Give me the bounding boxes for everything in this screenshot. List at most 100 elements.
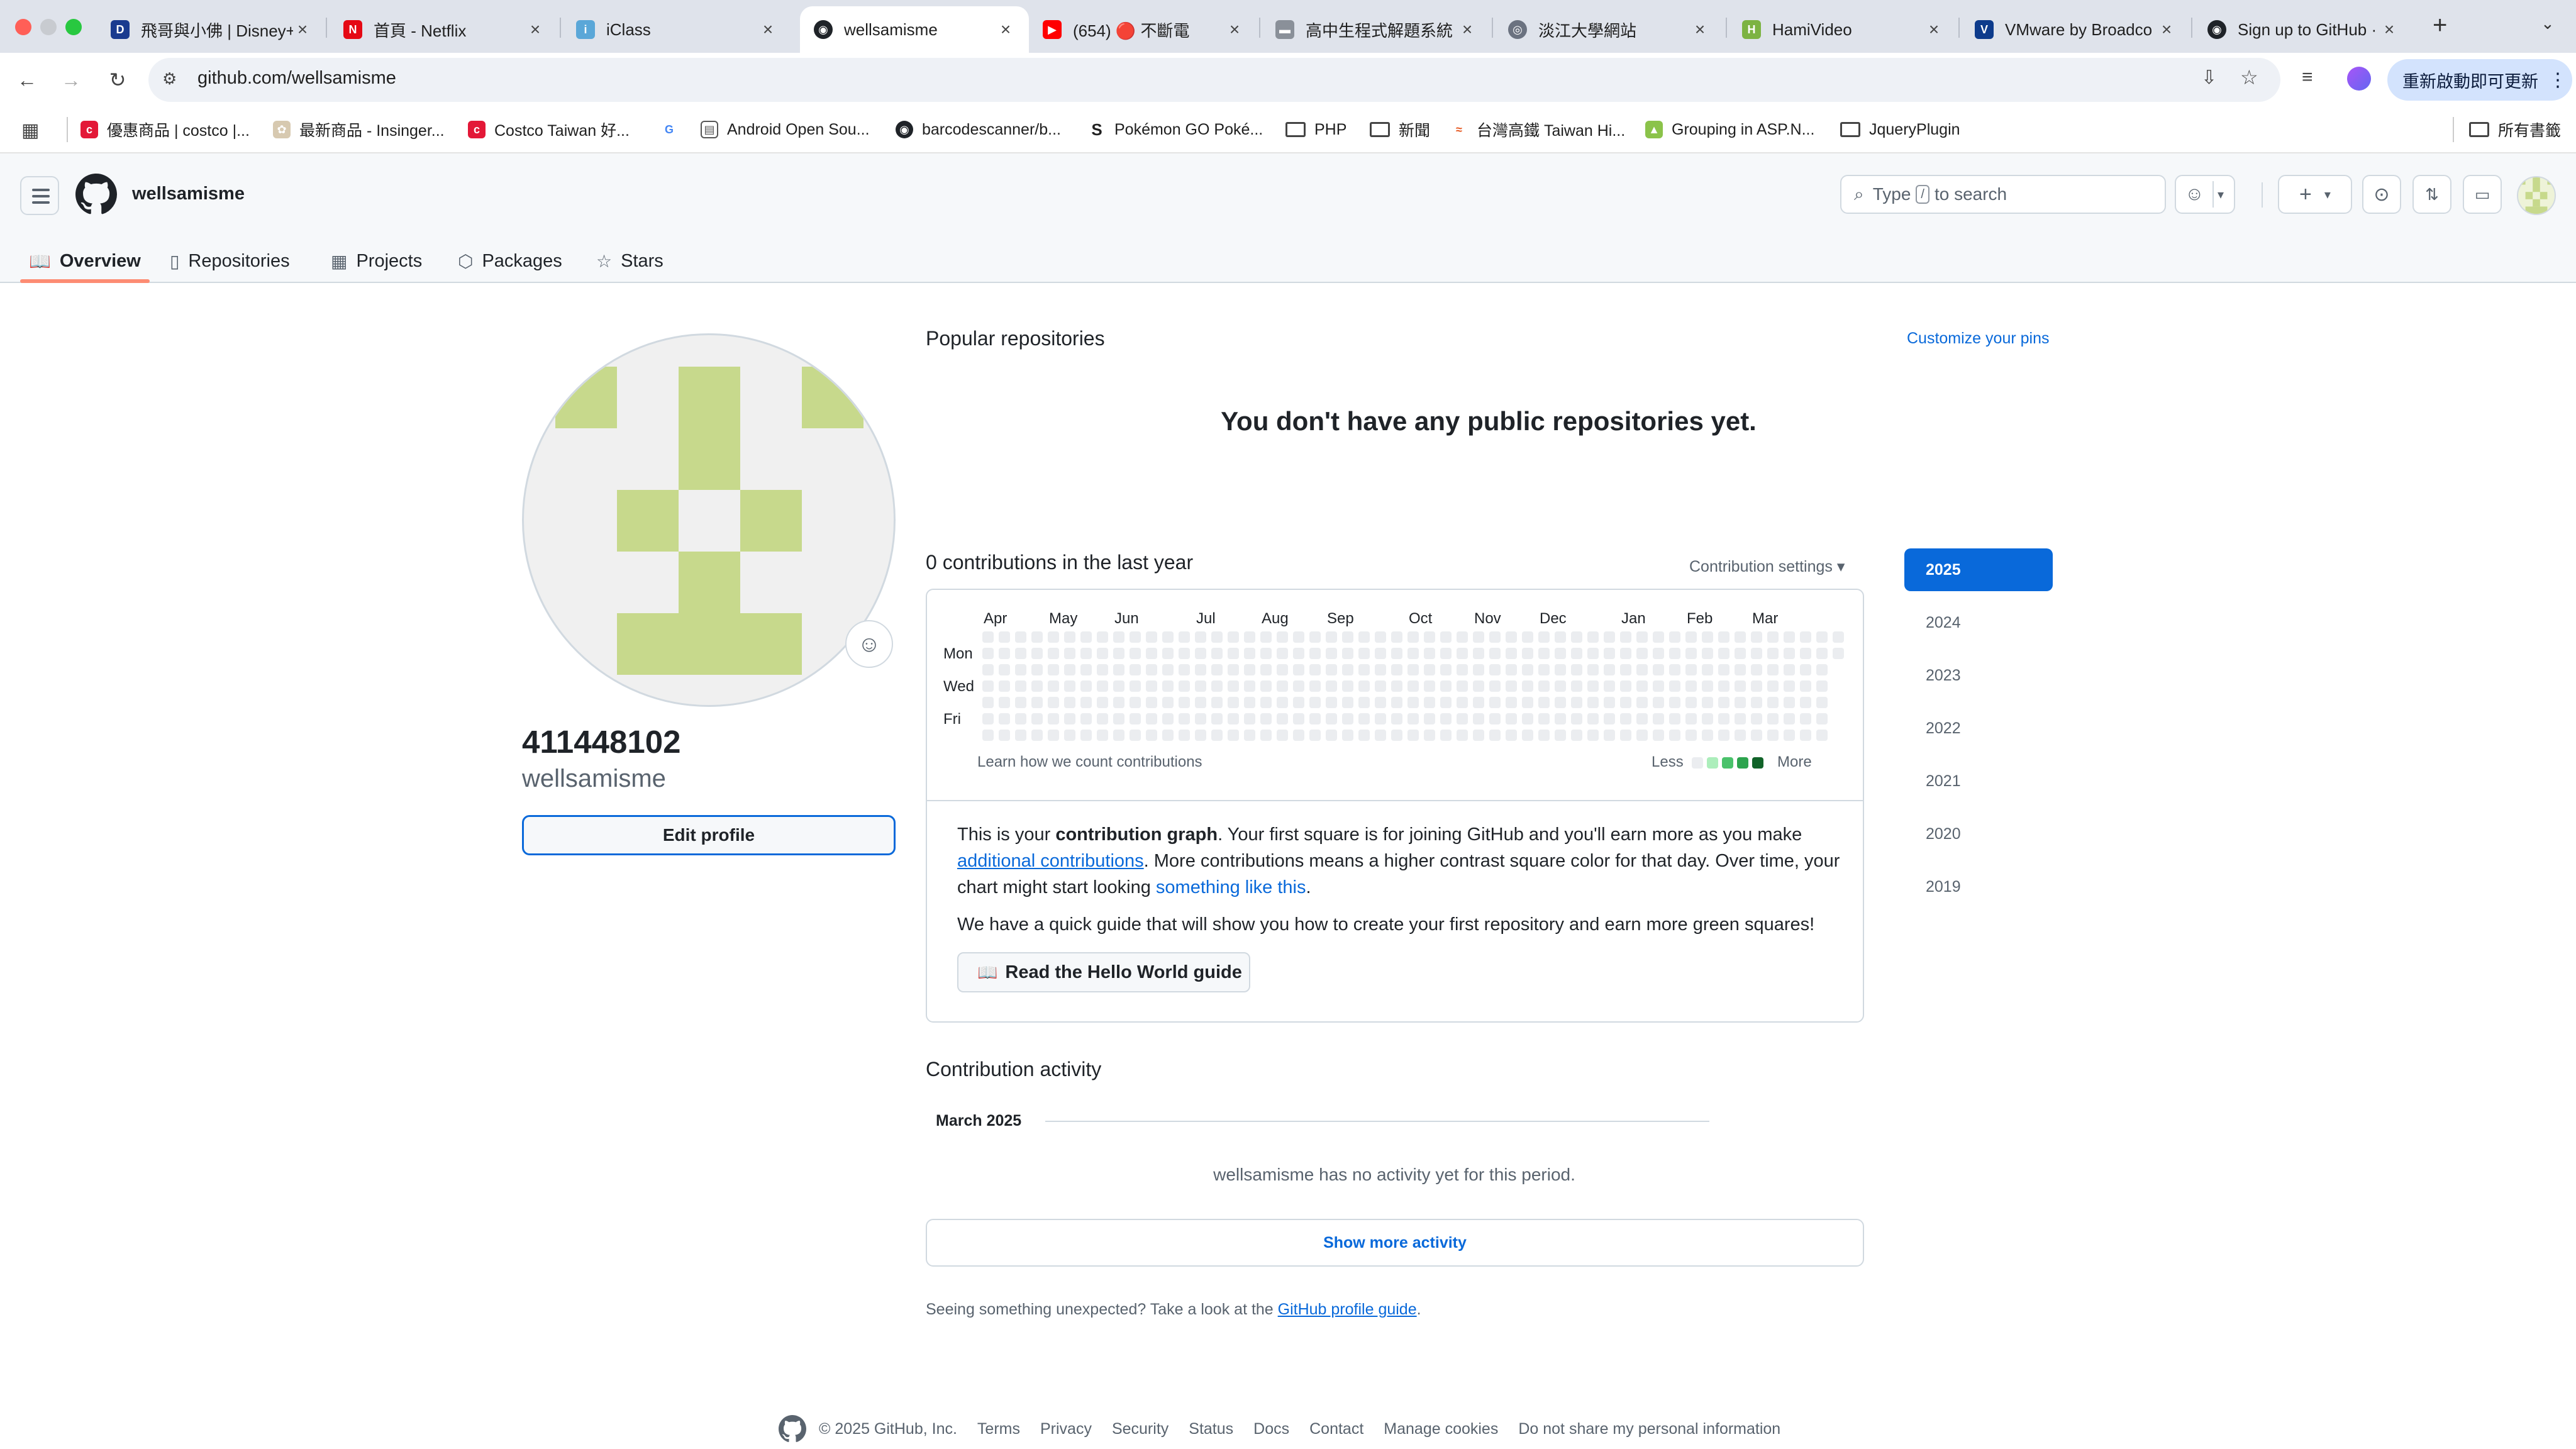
footer-link-manage-cookies[interactable]: Manage cookies xyxy=(1384,1420,1498,1438)
contribution-day-cell[interactable] xyxy=(1571,713,1582,724)
contribution-day-cell[interactable] xyxy=(1800,730,1811,741)
bookmark-item[interactable]: ◉ barcodescanner/b... xyxy=(896,117,1061,142)
contribution-day-cell[interactable] xyxy=(1015,631,1026,643)
contribution-day-cell[interactable] xyxy=(1653,631,1664,643)
customize-pins-link[interactable]: Customize your pins xyxy=(1907,330,2049,348)
contribution-day-cell[interactable] xyxy=(1342,713,1353,724)
close-tab-icon[interactable]: × xyxy=(1924,19,1943,40)
contribution-day-cell[interactable] xyxy=(1816,664,1828,675)
contribution-day-cell[interactable] xyxy=(1195,631,1206,643)
tab-search-chevron-icon[interactable]: ⌄ xyxy=(2541,14,2555,33)
contribution-day-cell[interactable] xyxy=(1375,730,1386,741)
contribution-day-cell[interactable] xyxy=(1113,713,1124,724)
contribution-day-cell[interactable] xyxy=(1244,730,1255,741)
close-tab-icon[interactable]: × xyxy=(2380,19,2399,40)
browser-tab[interactable]: ▬ 高中生程式解題系統 × xyxy=(1262,6,1491,53)
close-tab-icon[interactable]: × xyxy=(1225,19,1244,40)
contribution-day-cell[interactable] xyxy=(1587,648,1599,659)
contribution-day-cell[interactable] xyxy=(1555,713,1566,724)
contribution-day-cell[interactable] xyxy=(1326,648,1337,659)
contribution-day-cell[interactable] xyxy=(1506,631,1517,643)
contribution-day-cell[interactable] xyxy=(1702,648,1713,659)
contribution-day-cell[interactable] xyxy=(1702,697,1713,708)
contribution-day-cell[interactable] xyxy=(1097,713,1108,724)
contribution-day-cell[interactable] xyxy=(1080,730,1092,741)
contribution-day-cell[interactable] xyxy=(1048,697,1059,708)
contribution-day-cell[interactable] xyxy=(1244,697,1255,708)
contribution-day-cell[interactable] xyxy=(1375,648,1386,659)
contribution-day-cell[interactable] xyxy=(1685,631,1697,643)
contribution-day-cell[interactable] xyxy=(1015,680,1026,692)
something-like-this-link[interactable]: something like this xyxy=(1156,877,1306,897)
contribution-day-cell[interactable] xyxy=(1784,680,1795,692)
contribution-day-cell[interactable] xyxy=(1718,730,1729,741)
contribution-day-cell[interactable] xyxy=(1538,680,1550,692)
contribution-day-cell[interactable] xyxy=(1440,680,1452,692)
contribution-day-cell[interactable] xyxy=(1048,680,1059,692)
contribution-day-cell[interactable] xyxy=(1048,664,1059,675)
browser-tab[interactable]: D 飛哥與小佛 | Disney+ × xyxy=(97,6,326,53)
contribution-day-cell[interactable] xyxy=(1146,664,1157,675)
contribution-day-cell[interactable] xyxy=(1571,680,1582,692)
contribution-day-cell[interactable] xyxy=(1080,680,1092,692)
contribution-day-cell[interactable] xyxy=(1277,664,1288,675)
close-tab-icon[interactable]: × xyxy=(526,19,545,40)
contribution-day-cell[interactable] xyxy=(1064,730,1075,741)
contribution-day-cell[interactable] xyxy=(1522,631,1533,643)
contribution-day-cell[interactable] xyxy=(1211,680,1223,692)
contribution-day-cell[interactable] xyxy=(1784,730,1795,741)
contribution-day-cell[interactable] xyxy=(1064,664,1075,675)
contribution-day-cell[interactable] xyxy=(1309,680,1321,692)
contribution-day-cell[interactable] xyxy=(1146,697,1157,708)
forward-button[interactable]: → xyxy=(57,65,86,94)
contribution-day-cell[interactable] xyxy=(1048,713,1059,724)
contribution-day-cell[interactable] xyxy=(1604,631,1615,643)
contribution-day-cell[interactable] xyxy=(1424,664,1435,675)
contribution-day-cell[interactable] xyxy=(1309,713,1321,724)
contribution-day-cell[interactable] xyxy=(1130,730,1141,741)
contribution-day-cell[interactable] xyxy=(1391,631,1402,643)
contribution-day-cell[interactable] xyxy=(1179,680,1190,692)
contribution-day-cell[interactable] xyxy=(1407,713,1419,724)
contribution-day-cell[interactable] xyxy=(999,713,1010,724)
browser-tab[interactable]: ◉ Sign up to GitHub · × xyxy=(2194,6,2412,53)
contribution-day-cell[interactable] xyxy=(1685,730,1697,741)
contribution-day-cell[interactable] xyxy=(1113,730,1124,741)
contribution-day-cell[interactable] xyxy=(1604,730,1615,741)
back-button[interactable]: ← xyxy=(13,65,42,94)
contribution-day-cell[interactable] xyxy=(1784,713,1795,724)
contribution-day-cell[interactable] xyxy=(1620,631,1631,643)
contribution-day-cell[interactable] xyxy=(1031,697,1043,708)
browser-tab-active[interactable]: ◉ wellsamisme × xyxy=(800,6,1029,53)
contribution-day-cell[interactable] xyxy=(1048,648,1059,659)
contribution-day-cell[interactable] xyxy=(1211,730,1223,741)
contribution-day-cell[interactable] xyxy=(1571,648,1582,659)
contribution-day-cell[interactable] xyxy=(1751,730,1762,741)
contribution-day-cell[interactable] xyxy=(1342,697,1353,708)
contribution-day-cell[interactable] xyxy=(1587,713,1599,724)
contribution-day-cell[interactable] xyxy=(1522,697,1533,708)
contribution-day-cell[interactable] xyxy=(1293,713,1304,724)
contribution-day-cell[interactable] xyxy=(1587,730,1599,741)
contribution-day-cell[interactable] xyxy=(1718,697,1729,708)
contribution-day-cell[interactable] xyxy=(1587,680,1599,692)
contribution-day-cell[interactable] xyxy=(1440,697,1452,708)
contribution-day-cell[interactable] xyxy=(1506,680,1517,692)
url-text[interactable]: github.com/wellsamisme xyxy=(197,68,396,89)
contribution-day-cell[interactable] xyxy=(1293,664,1304,675)
contribution-day-cell[interactable] xyxy=(1080,631,1092,643)
contribution-day-cell[interactable] xyxy=(1179,697,1190,708)
contribution-day-cell[interactable] xyxy=(1767,680,1779,692)
contribution-day-cell[interactable] xyxy=(999,664,1010,675)
close-tab-icon[interactable]: × xyxy=(293,19,312,40)
contribution-day-cell[interactable] xyxy=(1146,730,1157,741)
contribution-day-cell[interactable] xyxy=(1015,713,1026,724)
contribution-day-cell[interactable] xyxy=(1538,648,1550,659)
create-new-button[interactable]: + ▾ xyxy=(2278,175,2352,214)
bookmark-item[interactable]: ▲ Grouping in ASP.N... xyxy=(1645,117,1814,142)
contribution-day-cell[interactable] xyxy=(1473,697,1484,708)
contribution-day-cell[interactable] xyxy=(1195,730,1206,741)
contribution-day-cell[interactable] xyxy=(1358,713,1370,724)
footer-link-do-not-share[interactable]: Do not share my personal information xyxy=(1518,1420,1780,1438)
contribution-day-cell[interactable] xyxy=(1309,664,1321,675)
